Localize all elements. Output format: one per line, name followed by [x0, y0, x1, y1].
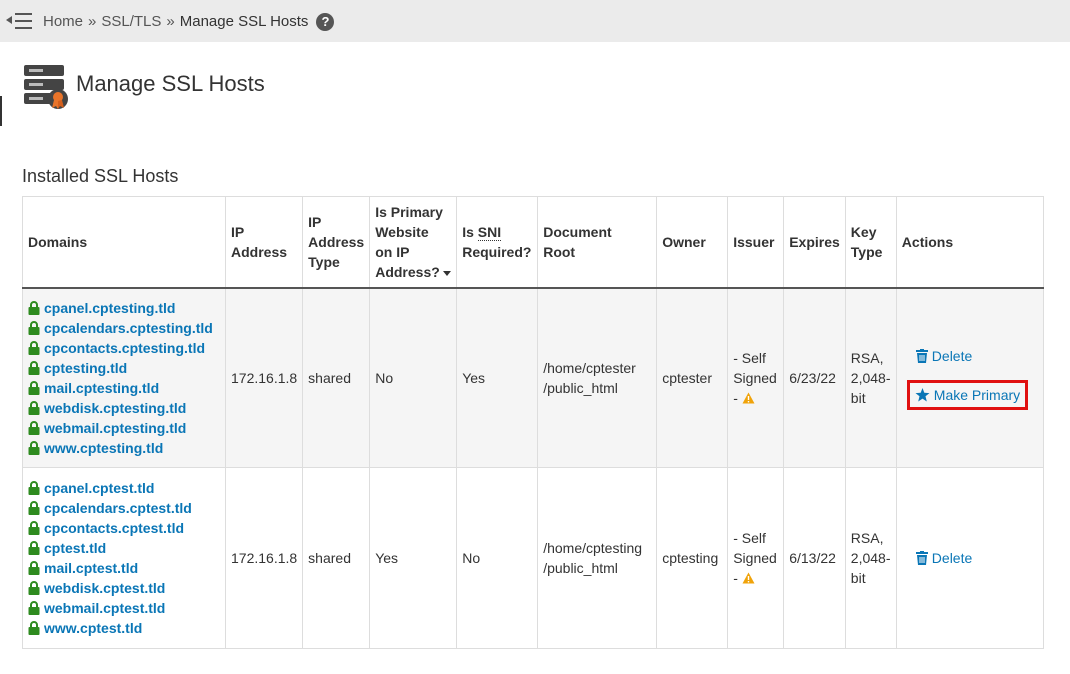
is-primary-cell: Yes	[369, 467, 458, 649]
lock-icon	[28, 521, 40, 535]
domain-link[interactable]: cpcontacts.cptest.tld	[28, 518, 220, 538]
issuer-cell: - Self Signed -	[727, 287, 785, 468]
actions-cell: Delete Make Primary	[895, 287, 1044, 468]
sni-abbr: SNI	[477, 224, 502, 241]
ip-type-cell: shared	[302, 467, 371, 649]
domain-link[interactable]: cpanel.cptesting.tld	[28, 298, 220, 318]
lock-icon	[28, 321, 40, 335]
domain-link[interactable]: webdisk.cptest.tld	[28, 578, 220, 598]
make-primary-button[interactable]: Make Primary	[906, 380, 1029, 410]
domain-link[interactable]: cpcalendars.cptest.tld	[28, 498, 220, 518]
star-icon	[915, 388, 930, 402]
breadcrumb: Home » SSL/TLS » Manage SSL Hosts ?	[43, 11, 335, 31]
table-row: cpanel.cptest.tld cpcalendars.cptest.tld…	[22, 467, 1044, 649]
domain-link[interactable]: webmail.cptesting.tld	[28, 418, 220, 438]
sort-caret-icon	[442, 270, 451, 276]
domain-link[interactable]: cptest.tld	[28, 538, 220, 558]
header-document-root: Document Root	[537, 196, 658, 289]
domains-cell: cpanel.cptest.tld cpcalendars.cptest.tld…	[22, 467, 226, 649]
sidebar-toggle-icon[interactable]	[6, 11, 32, 31]
expires-cell: 6/13/22	[783, 467, 846, 649]
header-sni-required: Is SNI Required?	[456, 196, 539, 289]
lock-icon	[28, 581, 40, 595]
header-ip-address: IP Address	[224, 196, 304, 289]
key-type-cell: RSA, 2,048- bit	[844, 287, 897, 468]
ssl-hosts-icon	[24, 65, 68, 109]
breadcrumb-home[interactable]: Home	[43, 13, 83, 30]
domain-link[interactable]: mail.cptest.tld	[28, 558, 220, 578]
header-key-type: Key Type	[844, 196, 897, 289]
warning-icon	[742, 572, 755, 584]
left-edge-bar	[0, 96, 2, 126]
is-primary-cell: No	[369, 287, 458, 468]
lock-icon	[28, 341, 40, 355]
key-type-cell: RSA, 2,048- bit	[844, 467, 897, 649]
delete-button[interactable]: Delete	[915, 548, 1038, 568]
domain-link[interactable]: www.cptest.tld	[28, 618, 220, 638]
owner-cell: cptesting	[656, 467, 729, 649]
actions-cell: Delete	[895, 467, 1044, 649]
delete-label: Delete	[931, 550, 973, 566]
lock-icon	[28, 561, 40, 575]
lock-icon	[28, 541, 40, 555]
breadcrumb-current: Manage SSL Hosts	[179, 12, 309, 30]
lock-icon	[28, 361, 40, 375]
sni-required-cell: Yes	[456, 287, 539, 468]
delete-label: Delete	[931, 348, 973, 364]
lock-icon	[28, 501, 40, 515]
breadcrumb-separator: »	[88, 12, 97, 30]
top-bar: Home » SSL/TLS » Manage SSL Hosts ?	[0, 0, 1070, 42]
breadcrumb-separator: »	[166, 12, 175, 30]
lock-icon	[28, 301, 40, 315]
lock-icon	[28, 441, 40, 455]
domain-link[interactable]: cpcontacts.cptesting.tld	[28, 338, 220, 358]
domain-link[interactable]: webmail.cptest.tld	[28, 598, 220, 618]
document-root-cell: /home/cptesting/public_html	[537, 467, 658, 649]
domain-link[interactable]: cpanel.cptest.tld	[28, 478, 220, 498]
header-is-primary[interactable]: Is Primary Website on IP Address?	[369, 196, 458, 289]
breadcrumb-ssl-tls[interactable]: SSL/TLS	[101, 13, 161, 30]
lock-icon	[28, 481, 40, 495]
header-owner: Owner	[656, 196, 729, 289]
domain-link[interactable]: mail.cptesting.tld	[28, 378, 220, 398]
header-domains: Domains	[22, 196, 226, 289]
table-row: cpanel.cptesting.tld cpcalendars.cptesti…	[22, 287, 1044, 468]
warning-icon	[742, 392, 755, 404]
header-ip-address-type: IP Address Type	[302, 196, 371, 289]
domains-cell: cpanel.cptesting.tld cpcalendars.cptesti…	[22, 287, 226, 468]
header-issuer: Issuer	[727, 196, 785, 289]
lock-icon	[28, 381, 40, 395]
domain-link[interactable]: webdisk.cptesting.tld	[28, 398, 220, 418]
header-actions: Actions	[895, 196, 1044, 289]
page-title: Manage SSL Hosts	[76, 71, 265, 96]
document-root-cell: /home/cptester/public_html	[537, 287, 658, 468]
header-expires: Expires	[783, 196, 846, 289]
sni-required-cell: No	[456, 467, 539, 649]
ip-address-cell: 172.16.1.8	[224, 287, 304, 468]
ip-address-cell: 172.16.1.8	[224, 467, 304, 649]
owner-cell: cptester	[656, 287, 729, 468]
issuer-cell: - Self Signed -	[727, 467, 785, 649]
section-title: Installed SSL Hosts	[22, 166, 179, 186]
help-icon[interactable]: ?	[316, 13, 335, 31]
expires-cell: 6/23/22	[783, 287, 846, 468]
ip-type-cell: shared	[302, 287, 371, 468]
domain-link[interactable]: www.cptesting.tld	[28, 438, 220, 458]
trash-icon	[915, 349, 928, 363]
lock-icon	[28, 601, 40, 615]
make-primary-label: Make Primary	[933, 387, 1021, 403]
table-header-row: Domains IP Address IP Address Type Is Prima…	[22, 196, 1044, 289]
delete-button[interactable]: Delete	[915, 346, 1038, 366]
lock-icon	[28, 401, 40, 415]
domain-link[interactable]: cptesting.tld	[28, 358, 220, 378]
lock-icon	[28, 621, 40, 635]
domain-link[interactable]: cpcalendars.cptesting.tld	[28, 318, 220, 338]
ssl-hosts-table: Domains IP Address IP Address Type Is Prima…	[22, 196, 1044, 649]
lock-icon	[28, 421, 40, 435]
trash-icon	[915, 551, 928, 565]
